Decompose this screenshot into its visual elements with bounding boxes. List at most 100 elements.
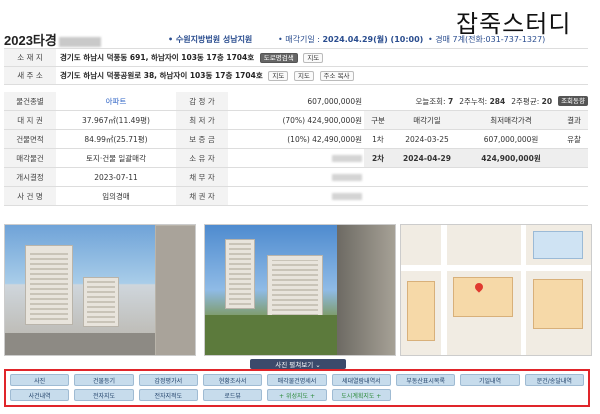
- location-map[interactable]: [400, 224, 592, 356]
- history-header: 구분 매각기일 최저매각가격 결과: [364, 111, 588, 130]
- road-shape: [5, 333, 155, 355]
- deposit-value: (10%) 42,490,000원: [287, 134, 362, 144]
- minimum-price-label: 최 저 가: [176, 111, 228, 129]
- creditor-label: 채 권 자: [176, 187, 228, 205]
- debtor-value: [228, 168, 366, 186]
- history-round: 1차: [372, 134, 384, 144]
- history-result: [560, 149, 588, 167]
- menu-empty-slot: [396, 389, 455, 401]
- menu-property-list[interactable]: 부동산표시목록: [395, 374, 456, 386]
- menu-household-record[interactable]: 세대열람내역서: [331, 374, 391, 386]
- road-row: 경기도 하남시 덕풍공원로 38, 하남자이 103동 17층 1704호 지도…: [56, 66, 588, 85]
- history-round: 2차: [371, 153, 385, 163]
- case-number: 2023타경: [4, 30, 101, 49]
- history-price: 424,900,000원: [481, 153, 541, 163]
- detail-row: 개시결정 2023-07-11 채 무 자: [4, 168, 588, 187]
- map-block: [533, 279, 583, 329]
- court-link[interactable]: • 수원지방법원 성남지원: [168, 34, 252, 45]
- menu-satellite-map[interactable]: + 위성지도 +: [267, 389, 327, 401]
- minimum-price-value: (70%) 424,900,000원: [282, 115, 362, 125]
- trees-shape: [205, 315, 337, 355]
- history-col-round: 구분: [371, 115, 385, 125]
- building-area-value: 84.99㎡(25.71평): [84, 134, 148, 144]
- history-col-result: 결과: [567, 115, 581, 125]
- map-block: [407, 281, 435, 341]
- location-value: 경기도 하남시 덕풍동 691, 하남자이 103동 17층 1704호: [60, 53, 255, 62]
- case-type-label: 사 건 명: [4, 187, 56, 205]
- detail-row: 사 건 명 임의경매 채 권 자: [4, 187, 588, 206]
- menu-building-registry[interactable]: 건물등기: [74, 374, 134, 386]
- location-row: 경기도 하남시 덕풍동 691, 하남자이 103동 17층 1704호 도로명…: [56, 48, 588, 67]
- property-type-label: 물건종별: [4, 92, 56, 110]
- case-type-value: 임의경매: [102, 191, 130, 201]
- map-button-1[interactable]: 지도: [303, 53, 324, 63]
- map-button-3[interactable]: 지도: [293, 71, 314, 81]
- map-button-2[interactable]: 지도: [268, 71, 289, 81]
- owner-label: 소 유 자: [176, 149, 228, 167]
- map-block: [533, 231, 583, 259]
- menu-empty-slot: [460, 389, 519, 401]
- avg-views: 2주평균: 20: [511, 96, 553, 106]
- location-label: 소 재 지: [4, 48, 56, 67]
- redacted-creditor: [332, 192, 362, 200]
- two-week-views: 2주누적: 284: [459, 96, 506, 106]
- view-trend-button[interactable]: 조회동향: [558, 96, 588, 106]
- redacted-owner: [332, 154, 362, 162]
- menu-case-history[interactable]: 사건내역: [10, 389, 70, 401]
- deposit-label: 보 증 금: [176, 130, 228, 148]
- today-views: 오늘조회: 7: [415, 96, 454, 106]
- appraisal-value: 607,000,000원: [307, 96, 362, 106]
- history-date: 2024-03-25: [405, 134, 449, 144]
- property-type-value[interactable]: 아파트: [56, 92, 176, 110]
- road-value: 경기도 하남시 덕풍공원로 38, 하남자이 103동 17층 1704호: [60, 71, 263, 80]
- map-road: [401, 265, 591, 271]
- menu-cadastral-map[interactable]: 전자지적도: [138, 389, 198, 401]
- sale-object-label: 매각물건: [4, 149, 56, 167]
- building-shape: [25, 245, 73, 325]
- history-row: 1차 2024-03-25 607,000,000원 유찰: [364, 130, 588, 149]
- menu-photos[interactable]: 사진: [10, 374, 70, 386]
- land-right-value: 37.967㎡(11.49평): [82, 115, 150, 125]
- menu-appraisal[interactable]: 감정평가서: [138, 374, 198, 386]
- debtor-label: 채 무 자: [176, 168, 228, 186]
- building-shape: [83, 277, 119, 327]
- land-right-label: 대 지 권: [4, 111, 56, 129]
- street-photo[interactable]: [4, 224, 196, 356]
- history-date: 2024-04-29: [403, 153, 451, 163]
- menu-road-view[interactable]: 로드뷰: [202, 389, 263, 401]
- creditor-value: [228, 187, 366, 205]
- sale-date: • 매각기일 : 2024.04.29(월) (10:00): [278, 35, 424, 44]
- building-shape: [267, 255, 323, 319]
- building-shape: [225, 239, 255, 309]
- menu-sale-spec[interactable]: 매각물건명세서: [267, 374, 327, 386]
- photo-toggle-button[interactable]: 사진 펼쳐보기 ⌄: [250, 359, 346, 369]
- appraisal-label: 감 정 가: [176, 92, 228, 110]
- building-shape: [337, 225, 395, 355]
- map-road: [441, 225, 447, 355]
- sale-team: • 경매 7계(전화:031-737-1327): [428, 35, 546, 44]
- case-header: 잡죽스터디 2023타경 • 수원지방법원 성남지원 • 매각기일 : 2024…: [0, 0, 600, 49]
- view-stats: 오늘조회: 7 2주누적: 284 2주평균: 20 조회동향: [364, 92, 588, 111]
- complex-photo[interactable]: [204, 224, 396, 356]
- copy-address-button[interactable]: 주소 복사: [319, 71, 354, 81]
- auction-history-panel: 오늘조회: 7 2주누적: 284 2주평균: 20 조회동향 구분 매각기일 …: [364, 92, 588, 168]
- map-block: [453, 277, 513, 317]
- menu-urban-plan-map[interactable]: 도시계획지도 +: [331, 389, 391, 401]
- sale-object-value: 토지·건물 일괄매각: [86, 153, 146, 163]
- road-search-button[interactable]: 도로명검색: [259, 53, 298, 63]
- redacted-debtor: [332, 173, 362, 181]
- history-price: 607,000,000원: [483, 134, 539, 144]
- menu-document-delivery[interactable]: 문건/송달내역: [524, 374, 584, 386]
- owner-value: [228, 149, 366, 167]
- building-area-label: 건물면적: [4, 130, 56, 148]
- menu-electronic-map[interactable]: 전자지도: [74, 389, 134, 401]
- document-menu: 사진 건물등기 감정평가서 현황조사서 매각물건명세서 세대열람내역서 부동산표…: [4, 369, 590, 407]
- menu-date-history[interactable]: 기일내역: [460, 374, 520, 386]
- commencement-label: 개시결정: [4, 168, 56, 186]
- commencement-value: 2023-07-11: [94, 172, 138, 182]
- menu-status-report[interactable]: 현황조사서: [202, 374, 263, 386]
- history-row-current: 2차 2024-04-29 424,900,000원: [364, 149, 588, 168]
- map-road: [521, 225, 526, 355]
- address-table: 소 재 지 경기도 하남시 덕풍동 691, 하남자이 103동 17층 170…: [4, 48, 588, 85]
- history-col-price: 최저매각가격: [490, 115, 532, 125]
